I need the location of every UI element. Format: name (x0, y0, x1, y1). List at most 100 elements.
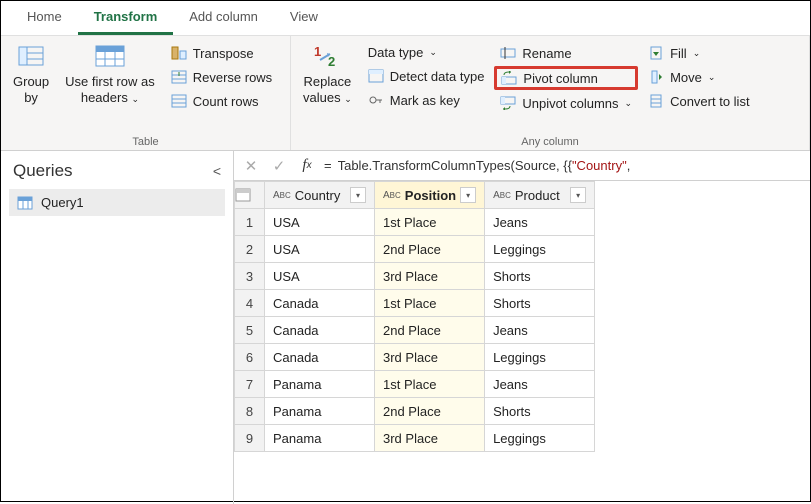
cancel-formula-button[interactable]: ✕ (240, 155, 262, 177)
data-type-button[interactable]: Data type ⌄ (362, 42, 491, 63)
fill-button[interactable]: Fill ⌄ (642, 42, 755, 64)
tab-transform[interactable]: Transform (78, 1, 174, 35)
cell-product[interactable]: Shorts (485, 290, 595, 317)
transpose-button[interactable]: Transpose (165, 42, 278, 64)
cell-product[interactable]: Shorts (485, 263, 595, 290)
table-row[interactable]: 3USA3rd PlaceShorts (235, 263, 595, 290)
row-number[interactable]: 9 (235, 425, 265, 452)
fill-icon (648, 45, 664, 61)
list-icon (648, 93, 664, 109)
table-row[interactable]: 2USA2nd PlaceLeggings (235, 236, 595, 263)
cell-country[interactable]: Canada (265, 344, 375, 371)
tab-bar: Home Transform Add column View (1, 1, 810, 36)
chevron-down-icon: ⌄ (625, 98, 633, 109)
ribbon-group-anycolumn: 12 Replace values ⌄ Data type ⌄ Detect d… (291, 36, 810, 150)
query-item[interactable]: Query1 (9, 189, 225, 216)
row-number[interactable]: 1 (235, 209, 265, 236)
filter-button[interactable]: ▾ (350, 187, 366, 203)
cell-position[interactable]: 1st Place (375, 209, 485, 236)
cell-country[interactable]: USA (265, 209, 375, 236)
first-row-headers-button[interactable]: Use first row as headers ⌄ (59, 40, 161, 107)
table-row[interactable]: 4Canada1st PlaceShorts (235, 290, 595, 317)
reverse-rows-button[interactable]: Reverse rows (165, 66, 278, 88)
fx-button[interactable]: fx (296, 155, 318, 177)
replace-icon: 12 (311, 42, 343, 70)
table-icon (17, 196, 33, 210)
cell-position[interactable]: 2nd Place (375, 236, 485, 263)
row-number[interactable]: 3 (235, 263, 265, 290)
table-row[interactable]: 7Panama1st PlaceJeans (235, 371, 595, 398)
column-header-product[interactable]: ABC Product ▾ (485, 182, 595, 209)
group-table-label: Table (7, 133, 284, 148)
row-number[interactable]: 6 (235, 344, 265, 371)
rename-button[interactable]: Rename (494, 42, 638, 64)
cell-position[interactable]: 1st Place (375, 371, 485, 398)
count-rows-button[interactable]: Count rows (165, 90, 278, 112)
table-row[interactable]: 9Panama3rd PlaceLeggings (235, 425, 595, 452)
tab-view[interactable]: View (274, 1, 334, 35)
cell-product[interactable]: Leggings (485, 236, 595, 263)
mark-as-key-button[interactable]: Mark as key (362, 89, 491, 111)
reverse-icon (171, 69, 187, 85)
queries-pane: Queries < Query1 (1, 151, 234, 504)
table-row[interactable]: 8Panama2nd PlaceShorts (235, 398, 595, 425)
cell-country[interactable]: Panama (265, 425, 375, 452)
cell-product[interactable]: Shorts (485, 398, 595, 425)
detect-data-type-button[interactable]: Detect data type (362, 65, 491, 87)
cell-product[interactable]: Jeans (485, 209, 595, 236)
chevron-down-icon: ⌄ (131, 94, 139, 104)
convert-to-list-button[interactable]: Convert to list (642, 90, 755, 112)
count-label: Count rows (193, 94, 259, 109)
row-number[interactable]: 4 (235, 290, 265, 317)
row-number[interactable]: 7 (235, 371, 265, 398)
cell-country[interactable]: USA (265, 263, 375, 290)
cell-product[interactable]: Leggings (485, 425, 595, 452)
cell-country[interactable]: Canada (265, 290, 375, 317)
select-all-corner[interactable] (235, 182, 265, 209)
row-number[interactable]: 8 (235, 398, 265, 425)
convert-label: Convert to list (670, 94, 749, 109)
cell-position[interactable]: 1st Place (375, 290, 485, 317)
column-header-country[interactable]: ABCCountry▾ (265, 182, 375, 209)
reverse-label: Reverse rows (193, 70, 272, 85)
move-button[interactable]: Move ⌄ (642, 66, 755, 88)
unpivot-columns-button[interactable]: Unpivot columns ⌄ (494, 92, 638, 114)
queries-title: Queries (13, 161, 73, 181)
accept-formula-button[interactable]: ✓ (268, 155, 290, 177)
pivot-column-button[interactable]: Pivot column (494, 66, 638, 90)
cell-position[interactable]: 3rd Place (375, 344, 485, 371)
filter-button[interactable]: ▾ (570, 187, 586, 203)
cell-position[interactable]: 3rd Place (375, 425, 485, 452)
replace-values-button[interactable]: 12 Replace values ⌄ (297, 40, 358, 107)
cell-country[interactable]: Canada (265, 317, 375, 344)
svg-text:2: 2 (328, 54, 335, 68)
tab-addcolumn[interactable]: Add column (173, 1, 274, 35)
cell-position[interactable]: 3rd Place (375, 263, 485, 290)
type-text-icon: ABC (493, 190, 511, 201)
group-by-button[interactable]: Group by (7, 40, 55, 107)
cell-position[interactable]: 2nd Place (375, 317, 485, 344)
table-row[interactable]: 5Canada2nd PlaceJeans (235, 317, 595, 344)
filter-button[interactable]: ▾ (460, 187, 476, 203)
column-header-position[interactable]: ABCPosition▾ (375, 182, 485, 209)
table-row[interactable]: 6Canada3rd PlaceLeggings (235, 344, 595, 371)
collapse-pane-button[interactable]: < (213, 163, 221, 179)
formula-text[interactable]: Table.TransformColumnTypes(Source, {{"Co… (338, 158, 631, 174)
query-name: Query1 (41, 195, 84, 210)
table-row[interactable]: 1USA1st PlaceJeans (235, 209, 595, 236)
group-anycol-label: Any column (297, 133, 803, 148)
column-name: Product (515, 188, 560, 203)
cell-country[interactable]: Panama (265, 371, 375, 398)
cell-position[interactable]: 2nd Place (375, 398, 485, 425)
tab-home[interactable]: Home (11, 1, 78, 35)
cell-country[interactable]: Panama (265, 398, 375, 425)
column-name: Country (295, 188, 341, 203)
right-pane: ✕ ✓ fx = Table.TransformColumnTypes(Sour… (234, 151, 810, 504)
row-number[interactable]: 5 (235, 317, 265, 344)
cell-product[interactable]: Jeans (485, 317, 595, 344)
cell-country[interactable]: USA (265, 236, 375, 263)
cell-product[interactable]: Leggings (485, 344, 595, 371)
equals-sign: = (324, 158, 332, 173)
cell-product[interactable]: Jeans (485, 371, 595, 398)
row-number[interactable]: 2 (235, 236, 265, 263)
